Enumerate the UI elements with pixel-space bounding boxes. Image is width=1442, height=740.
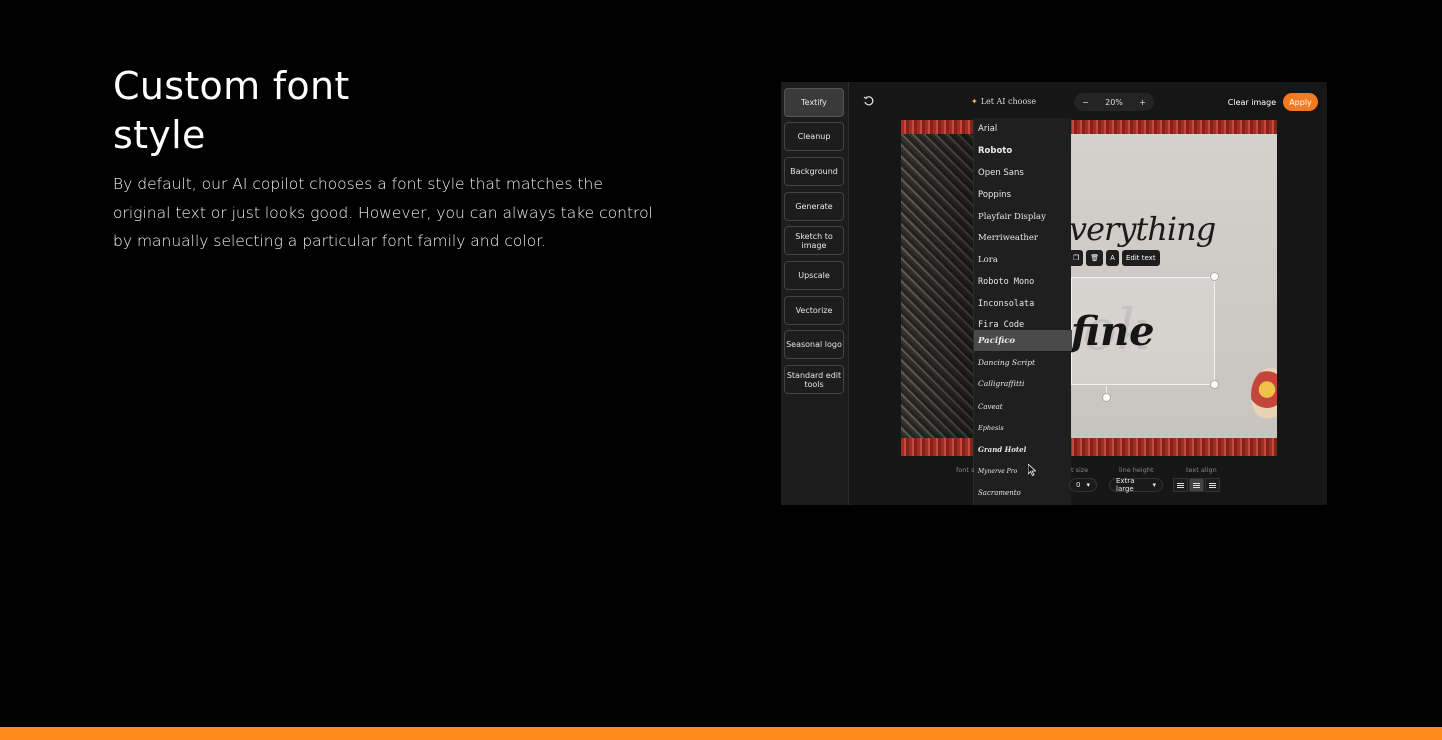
tool-cleanup-button[interactable]: Cleanup <box>784 122 844 151</box>
section-title: Custom font style <box>113 64 350 157</box>
fabric-photo <box>901 120 973 456</box>
align-left-button[interactable] <box>1173 478 1188 492</box>
font-option[interactable]: Calligraffitti <box>974 373 1072 394</box>
delete-icon[interactable]: 🗑 <box>1086 250 1104 266</box>
accent-bar <box>0 727 1442 740</box>
chevron-down-icon: ▾ <box>1152 481 1156 489</box>
font-option[interactable]: Lora <box>974 249 1072 270</box>
resize-handle-top-right[interactable] <box>1210 272 1219 281</box>
text-properties-bar: font s t size 0 ▾ line height Extra large… <box>951 466 1251 500</box>
align-right-button[interactable] <box>1205 478 1220 492</box>
font-family-select[interactable]: ✦ Let AI choose <box>971 92 1065 110</box>
tool-sketch-to-image-button[interactable]: Sketch to image <box>784 226 844 255</box>
tool-vectorize-button[interactable]: Vectorize <box>784 296 844 325</box>
tool-seasonal-logo-button[interactable]: Seasonal logo <box>784 330 844 359</box>
font-option[interactable]: Roboto <box>974 140 1072 161</box>
rotate-handle[interactable] <box>1102 393 1111 402</box>
clear-image-button[interactable]: Clear image <box>1221 93 1283 111</box>
font-select-value: Let AI choose <box>980 96 1037 106</box>
font-style-icon[interactable]: A <box>1106 250 1119 266</box>
font-option[interactable]: Dancing Script <box>974 352 1072 373</box>
font-option-selected[interactable]: Pacifico <box>974 330 1072 351</box>
red-border-bottom <box>901 438 1277 456</box>
image-canvas[interactable]: verything ok fine ❐ 🗑 A Edit text <box>901 120 1277 456</box>
tool-generate-button[interactable]: Generate <box>784 192 844 221</box>
zoom-out-button[interactable]: − <box>1082 98 1089 107</box>
canvas-text-line-1: verything <box>1069 210 1216 248</box>
zoom-level: 20% <box>1105 97 1123 107</box>
canvas-text-line-3: fine <box>1071 308 1155 355</box>
font-option[interactable]: Open Sans <box>974 162 1072 183</box>
sparkle-icon: ✦ <box>971 96 978 106</box>
zoom-control: − 20% + <box>1074 93 1154 111</box>
editor-toolbar: ✦ Let AI choose − 20% + Clear image Appl… <box>849 82 1327 120</box>
font-option[interactable]: Inconsolata <box>974 293 1072 314</box>
font-option[interactable]: Roboto Mono <box>974 271 1072 292</box>
font-option[interactable]: Poppins <box>974 184 1072 205</box>
font-option[interactable]: Playfair Display <box>974 206 1072 227</box>
chevron-down-icon: ▾ <box>1086 481 1090 489</box>
font-label: font s <box>956 466 975 474</box>
section-description: By default, our AI copilot chooses a fon… <box>113 175 653 250</box>
text-context-toolbar: ❐ 🗑 A Edit text <box>1069 250 1160 266</box>
red-border-top <box>901 120 1277 134</box>
tool-textify-button[interactable]: Textify <box>784 88 844 117</box>
font-option[interactable]: Arial <box>974 118 1072 139</box>
line-height-value: Extra large <box>1116 477 1135 493</box>
tool-sidebar: Textify Cleanup Background Generate Sket… <box>781 82 849 505</box>
resize-handle-bottom-right[interactable] <box>1210 380 1219 389</box>
text-align-label: text align <box>1186 466 1217 474</box>
size-select[interactable]: 0 ▾ <box>1069 478 1097 492</box>
line-height-select[interactable]: Extra large ▾ <box>1109 477 1163 493</box>
edit-text-button[interactable]: Edit text <box>1121 250 1160 266</box>
size-label: t size <box>1071 466 1089 474</box>
tool-standard-edit-button[interactable]: Standard edit tools <box>784 365 844 394</box>
font-option[interactable]: Merriweather <box>974 227 1072 248</box>
apply-button[interactable]: Apply <box>1283 93 1318 111</box>
font-dropdown: Arial Roboto Open Sans Poppins Playfair … <box>973 118 1072 505</box>
font-option[interactable]: Grand Hotel <box>974 439 1072 460</box>
size-value: 0 <box>1076 481 1081 489</box>
font-option[interactable]: Caveat <box>974 396 1072 417</box>
zoom-in-button[interactable]: + <box>1139 98 1146 107</box>
line-height-label: line height <box>1119 466 1154 474</box>
tool-upscale-button[interactable]: Upscale <box>784 261 844 290</box>
font-option[interactable]: Ephesis <box>974 417 1072 438</box>
mouse-cursor-icon <box>1028 464 1036 476</box>
history-icon[interactable] <box>863 95 875 107</box>
editor-screenshot: Textify Cleanup Background Generate Sket… <box>781 82 1327 505</box>
align-center-button[interactable] <box>1189 478 1204 492</box>
tool-background-button[interactable]: Background <box>784 157 844 186</box>
